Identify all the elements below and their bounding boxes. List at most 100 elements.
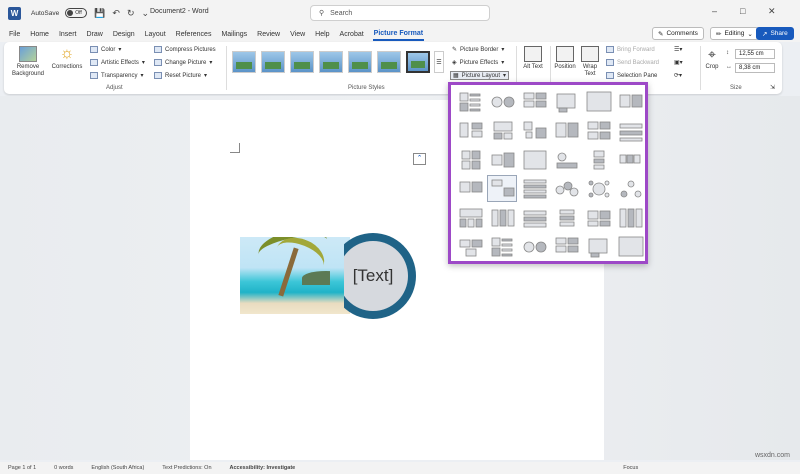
picture-border-button[interactable]: ✎ Picture Border ▾ — [452, 46, 504, 54]
autosave-toggle[interactable]: Off — [65, 8, 88, 18]
save-icon[interactable]: 💾 — [94, 8, 105, 19]
reset-picture-button[interactable]: Reset Picture ▾ — [154, 72, 207, 79]
layout-option-26[interactable] — [487, 204, 517, 231]
undo-icon[interactable]: ↶ — [112, 8, 120, 19]
tab-view[interactable]: View — [289, 29, 306, 40]
close-icon[interactable]: ✕ — [768, 6, 776, 17]
layout-option-5[interactable] — [583, 88, 613, 115]
alt-text-button[interactable]: Alt Text — [520, 46, 546, 71]
redo-icon[interactable]: ↻ — [127, 8, 135, 19]
crop-button[interactable]: ⌖ Crop — [703, 46, 721, 71]
layout-option-32[interactable] — [487, 233, 517, 260]
text-predictions-status[interactable]: Text Predictions: On — [162, 465, 211, 471]
compress-pictures-button[interactable]: Compress Pictures — [154, 46, 216, 53]
picture-effects-button[interactable]: ◈ Picture Effects ▾ — [452, 59, 504, 67]
minimize-icon[interactable]: – — [712, 6, 717, 16]
tab-draw[interactable]: Draw — [85, 29, 103, 40]
comments-button[interactable]: ✎ Comments — [652, 27, 704, 40]
layout-option-25[interactable] — [455, 204, 485, 231]
layout-option-34[interactable] — [551, 233, 581, 260]
layout-option-14[interactable] — [487, 146, 517, 173]
layout-option-21[interactable] — [519, 175, 549, 202]
layout-option-3[interactable] — [519, 88, 549, 115]
layout-option-16[interactable] — [551, 146, 581, 173]
page-count[interactable]: Page 1 of 1 — [8, 465, 36, 471]
remove-background-button[interactable]: Remove Background — [10, 46, 46, 78]
layout-option-8[interactable] — [487, 117, 517, 144]
artistic-effects-button[interactable]: Artistic Effects ▾ — [90, 59, 145, 66]
tab-acrobat[interactable]: Acrobat — [339, 29, 365, 40]
group-icon[interactable]: ▣▾ — [674, 59, 683, 66]
language-status[interactable]: English (South Africa) — [91, 465, 144, 471]
picture-layout-button[interactable]: ▦ Picture Layout ▾ — [450, 71, 510, 80]
layout-option-30[interactable] — [615, 204, 645, 231]
tab-references[interactable]: References — [175, 29, 213, 40]
layout-option-6[interactable] — [615, 88, 645, 115]
color-button[interactable]: Color ▾ — [90, 46, 121, 53]
layout-option-36[interactable] — [615, 233, 645, 260]
tab-file[interactable]: File — [8, 29, 21, 40]
layout-option-22[interactable] — [551, 175, 581, 202]
layout-option-23[interactable] — [583, 175, 613, 202]
layout-option-20[interactable] — [487, 175, 517, 202]
layout-option-17[interactable] — [583, 146, 613, 173]
tab-review[interactable]: Review — [256, 29, 281, 40]
picture-style-3[interactable] — [290, 51, 314, 73]
styles-more-icon[interactable]: ☰ — [434, 51, 444, 73]
selection-pane-button[interactable]: Selection Pane — [606, 72, 657, 79]
search-input[interactable]: Search — [330, 10, 352, 17]
picture-style-2[interactable] — [261, 51, 285, 73]
bring-forward-button[interactable]: Bring Forward — [606, 46, 655, 53]
width-input[interactable]: 8,38 cm — [735, 63, 775, 73]
layout-option-12[interactable] — [615, 117, 645, 144]
rotate-icon[interactable]: ⟳▾ — [674, 72, 682, 79]
layout-option-24[interactable] — [615, 175, 645, 202]
layout-option-7[interactable] — [455, 117, 485, 144]
size-dialog-launcher-icon[interactable]: ⇲ — [770, 84, 775, 91]
tab-layout[interactable]: Layout — [144, 29, 167, 40]
layout-option-33[interactable] — [519, 233, 549, 260]
layout-option-27[interactable] — [519, 204, 549, 231]
picture-style-7[interactable] — [406, 51, 430, 73]
accessibility-status[interactable]: Accessibility: Investigate — [230, 465, 296, 471]
layout-option-29[interactable] — [583, 204, 613, 231]
layout-option-28[interactable] — [551, 204, 581, 231]
tab-mailings[interactable]: Mailings — [220, 29, 248, 40]
height-input[interactable]: 12,55 cm — [735, 49, 775, 59]
editing-button[interactable]: ✏ Editing ⌄ — [710, 27, 759, 40]
tab-picture-format[interactable]: Picture Format — [372, 28, 425, 41]
layout-option-31[interactable] — [455, 233, 485, 260]
picture-style-4[interactable] — [319, 51, 343, 73]
share-button[interactable]: ↗ Share — [756, 27, 794, 40]
tab-insert[interactable]: Insert — [58, 29, 78, 40]
layout-options-icon[interactable]: ⌃ — [413, 153, 426, 165]
send-backward-button[interactable]: Send Backward — [606, 59, 659, 66]
layout-option-10[interactable] — [551, 117, 581, 144]
layout-option-18[interactable] — [615, 146, 645, 173]
wrap-text-button[interactable]: Wrap Text — [578, 46, 602, 78]
change-picture-button[interactable]: Change Picture ▾ — [154, 59, 212, 66]
picture-style-5[interactable] — [348, 51, 372, 73]
tab-help[interactable]: Help — [314, 29, 330, 40]
layout-option-13[interactable] — [455, 146, 485, 173]
layout-option-2[interactable] — [487, 88, 517, 115]
align-icon[interactable]: ☰▾ — [674, 46, 682, 53]
layout-option-35[interactable] — [583, 233, 613, 260]
tab-design[interactable]: Design — [112, 29, 136, 40]
search-box[interactable]: ⚲ Search — [310, 5, 490, 21]
layout-option-15[interactable] — [519, 146, 549, 173]
transparency-button[interactable]: Transparency ▾ — [90, 72, 143, 79]
position-button[interactable]: Position — [553, 46, 577, 71]
circle-text-placeholder[interactable]: [Text] — [338, 241, 408, 311]
tab-home[interactable]: Home — [29, 29, 50, 40]
layout-option-4[interactable] — [551, 88, 581, 115]
layout-option-1[interactable] — [455, 88, 485, 115]
picture-style-6[interactable] — [377, 51, 401, 73]
layout-option-9[interactable] — [519, 117, 549, 144]
corrections-button[interactable]: ☼ Corrections — [50, 46, 84, 71]
word-count[interactable]: 0 words — [54, 465, 73, 471]
picture-style-1[interactable] — [232, 51, 256, 73]
focus-button[interactable]: Focus — [623, 465, 638, 471]
maximize-icon[interactable]: □ — [740, 6, 745, 16]
layout-option-19[interactable] — [455, 175, 485, 202]
